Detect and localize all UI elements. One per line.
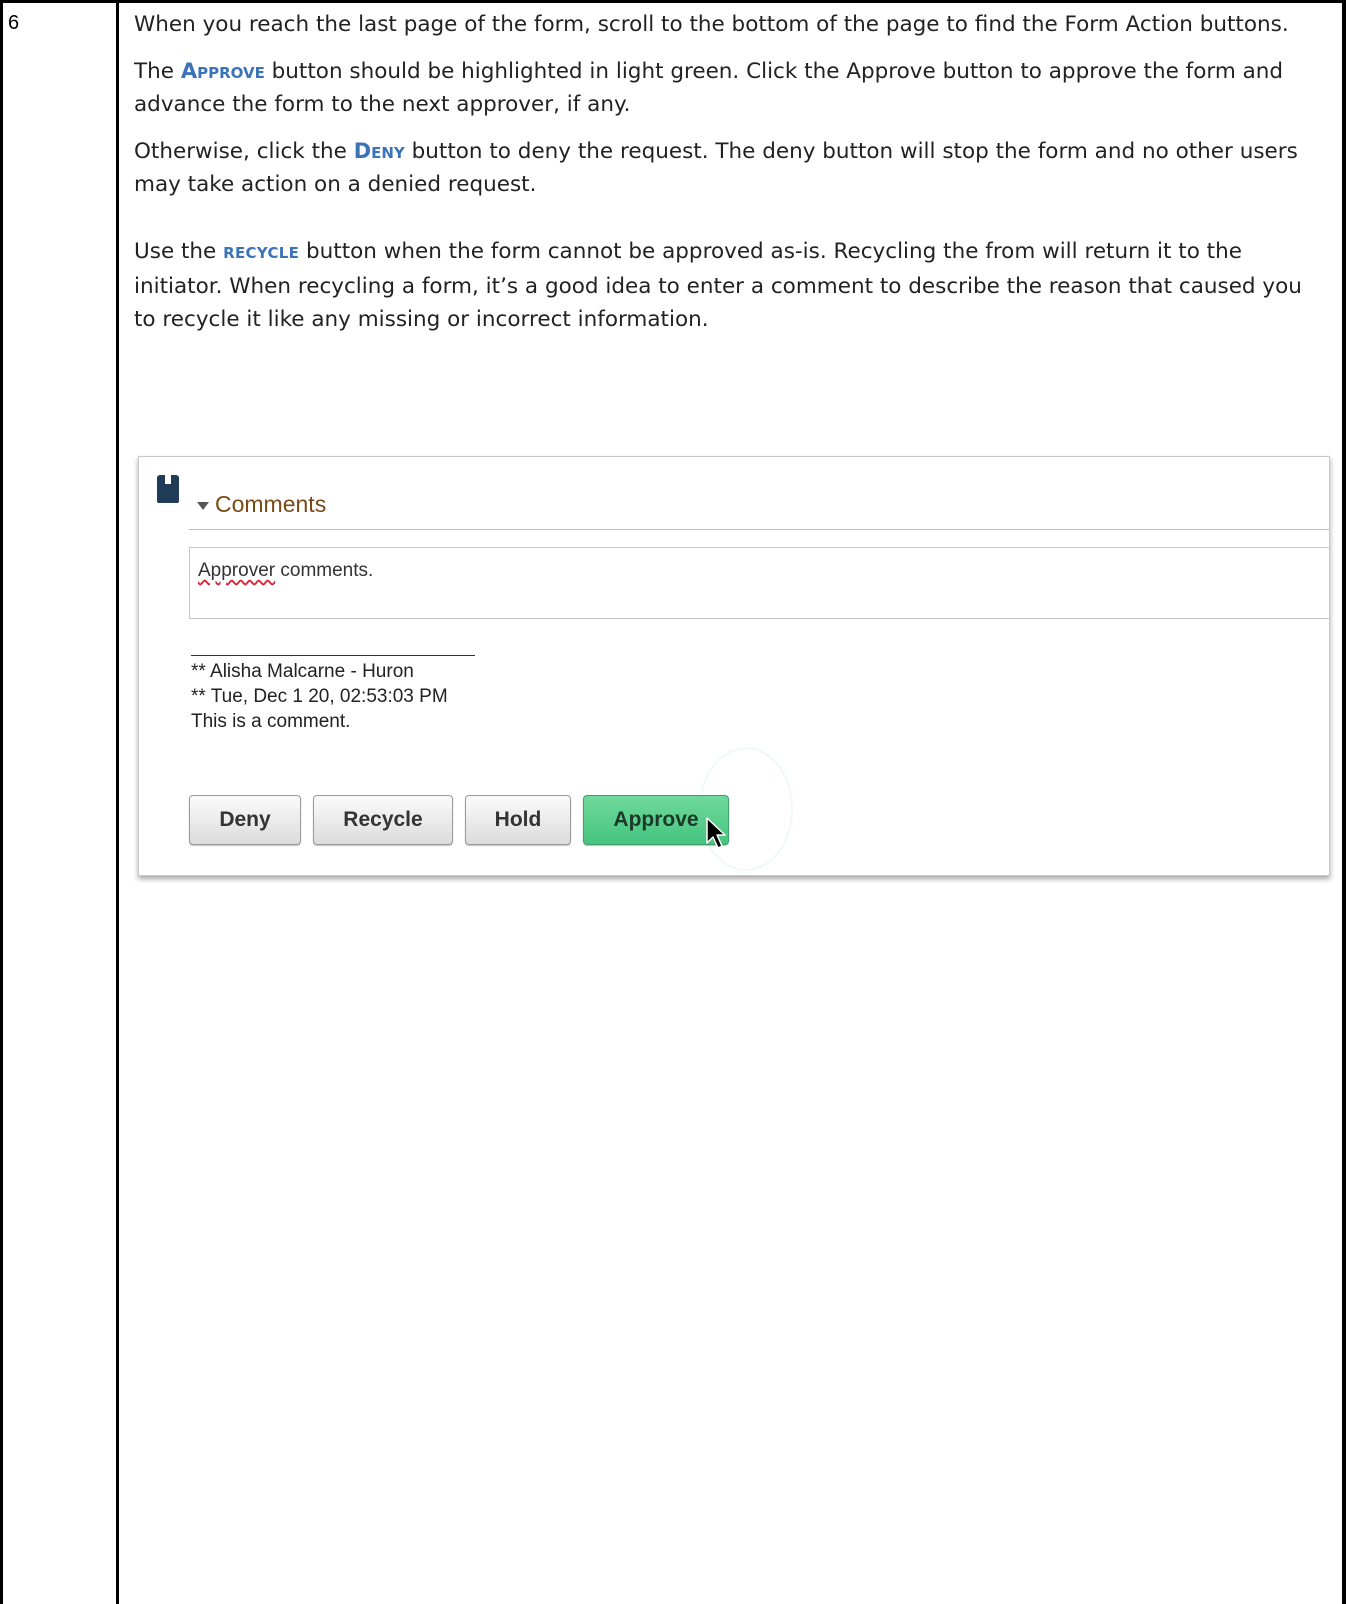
table-top-border [0,0,1346,3]
comment-textarea[interactable]: Approver comments. [189,547,1329,619]
text: button should be highlighted in light gr… [134,59,1284,117]
text: Use the [134,239,224,264]
paragraph-recycle: Use the RECYCLE button when the form can… [134,235,1324,336]
form-screenshot: Comments Approver comments. ** Alisha Ma… [138,456,1330,876]
table-right-border [1342,0,1346,1604]
text: button when the form cannot be approved … [134,239,1302,332]
paragraph-deny: Otherwise, click the Deny button to deny… [134,135,1324,201]
step-number: 6 [8,12,20,34]
recycle-button[interactable]: Recycle [313,795,453,845]
deny-button[interactable]: Deny [189,795,301,845]
text: The [134,59,181,84]
keyword-recycle: RECYCLE [223,244,300,262]
hold-button[interactable]: Hold [465,795,571,845]
comment-body: This is a comment. [191,711,351,732]
comment-word: Approver [198,560,276,581]
document-icon [157,475,179,503]
collapse-triangle-icon[interactable] [197,501,209,510]
table-column-divider [116,0,119,1604]
keyword-approve: Approve [180,59,265,83]
comment-timestamp: ** Tue, Dec 1 20, 02:53:03 PM [191,686,448,707]
mouse-pointer-icon [706,817,726,849]
comments-section-header[interactable]: Comments [197,491,326,518]
text: Otherwise, click the [134,139,354,164]
table-left-border [0,0,3,1604]
paragraph-approve: The Approve button should be highlighted… [134,55,1324,121]
comment-author: ** Alisha Malcarne - Huron [191,661,414,682]
instruction-text: When you reach the last page of the form… [134,8,1324,350]
paragraph-scroll: When you reach the last page of the form… [134,12,1289,37]
section-divider [189,529,1329,530]
keyword-deny: Deny [353,139,405,163]
signature-rule [191,655,475,656]
comments-title: Comments [215,491,327,517]
comment-history: ** Alisha Malcarne - Huron ** Tue, Dec 1… [191,659,448,734]
comment-text: comments. [275,560,374,581]
